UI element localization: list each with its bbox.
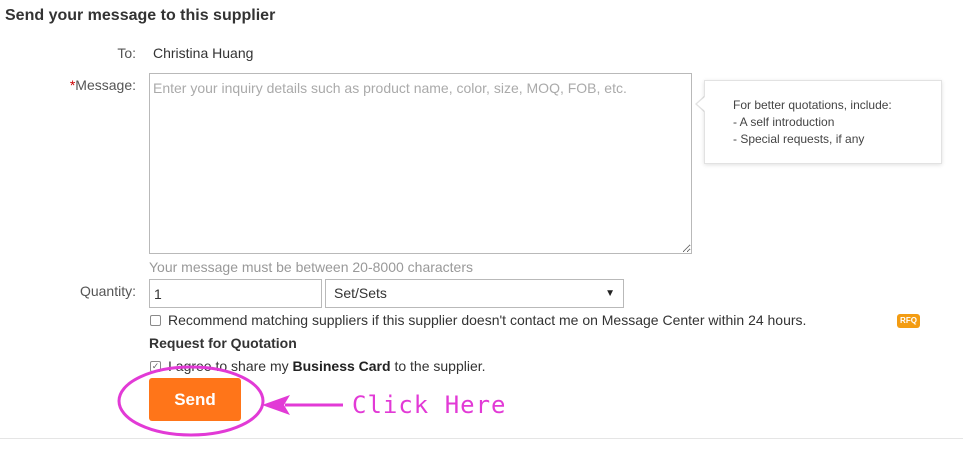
click-here-annotation: Click Here bbox=[352, 391, 507, 419]
form-title: Send your message to this supplier bbox=[5, 7, 276, 24]
caret-down-icon: ▼ bbox=[605, 288, 615, 299]
recipient-name: Christina Huang bbox=[153, 45, 254, 61]
agree-prefix: I agree to share my bbox=[168, 358, 293, 374]
tip-item: - Special requests, if any bbox=[733, 132, 865, 146]
quantity-input[interactable] bbox=[149, 279, 322, 308]
quantity-label: Quantity: bbox=[79, 283, 136, 299]
rfq-badge-icon[interactable]: RFQ bbox=[897, 314, 920, 328]
unit-select[interactable]: Set/Sets ▼ bbox=[325, 279, 624, 308]
tip-arrow-inner bbox=[697, 96, 706, 112]
tip-heading: For better quotations, include: bbox=[733, 98, 892, 112]
to-label: To: bbox=[117, 45, 136, 61]
bottom-divider bbox=[0, 438, 963, 439]
recommend-text: Recommend matching suppliers if this sup… bbox=[168, 312, 807, 328]
rfq-title: Request for Quotation bbox=[149, 335, 297, 351]
agree-text: I agree to share my Business Card to the… bbox=[168, 358, 486, 374]
recommend-checkbox[interactable] bbox=[150, 315, 161, 326]
unit-select-value: Set/Sets bbox=[334, 285, 387, 301]
arrow-head-icon bbox=[262, 395, 290, 415]
message-label: *Message: bbox=[36, 77, 136, 93]
tip-item: - A self introduction bbox=[733, 115, 835, 129]
message-textarea[interactable] bbox=[149, 73, 692, 254]
agree-suffix: to the supplier. bbox=[390, 358, 486, 374]
business-card-text: Business Card bbox=[292, 358, 391, 374]
send-button[interactable]: Send bbox=[149, 378, 241, 421]
message-length-hint: Your message must be between 20-8000 cha… bbox=[149, 259, 474, 275]
quotation-tip-box: For better quotations, include: - A self… bbox=[704, 80, 942, 164]
agree-checkbox[interactable]: ✓ bbox=[150, 361, 161, 372]
message-label-text: Message: bbox=[75, 77, 136, 93]
checkmark-icon: ✓ bbox=[151, 361, 160, 371]
